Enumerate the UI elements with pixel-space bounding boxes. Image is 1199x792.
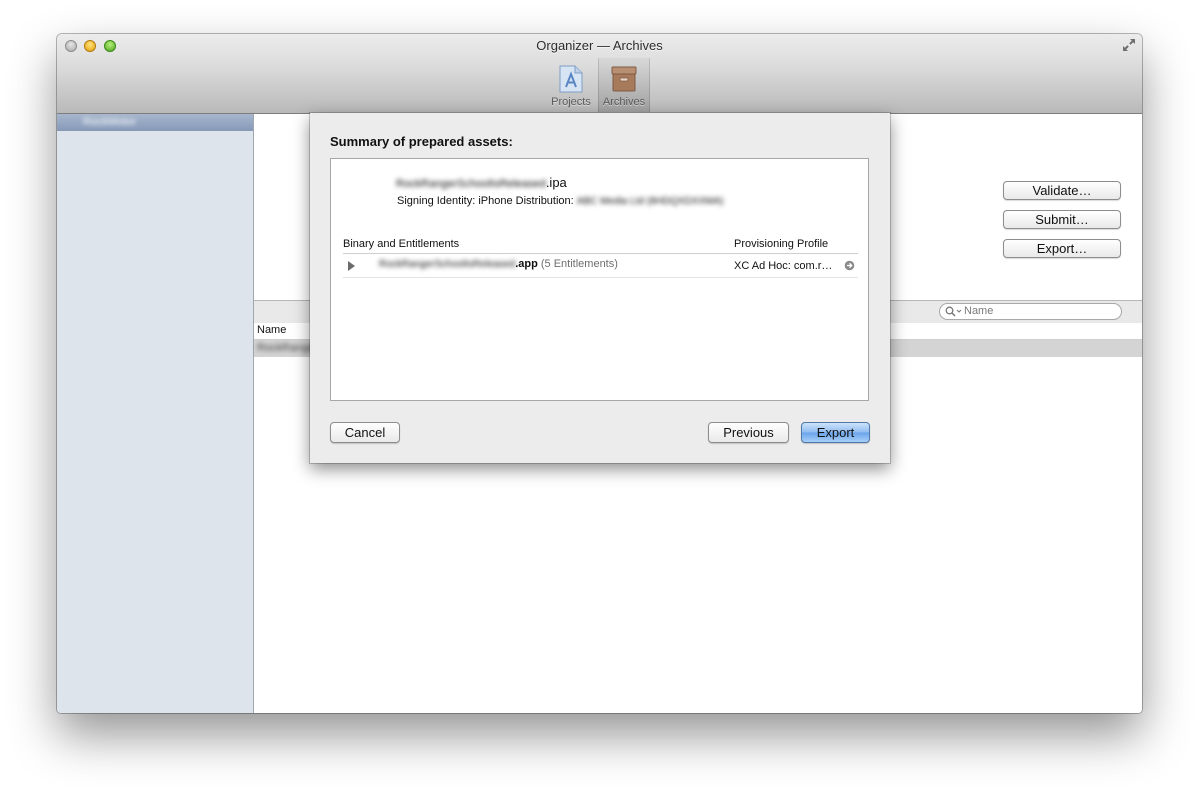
column-header-profile: Provisioning Profile xyxy=(734,238,829,250)
column-header-binary: Binary and Entitlements xyxy=(343,238,460,250)
archives-icon xyxy=(598,64,650,94)
export-archive-button[interactable]: Export… xyxy=(1003,239,1121,258)
disclosure-triangle-icon[interactable] xyxy=(347,260,356,274)
search-placeholder: Name xyxy=(964,305,994,317)
table-row[interactable]: RockRangerSchoolIsReleased.app (5 Entitl… xyxy=(343,255,858,278)
ipa-filename: RockRangerSchoolIsReleased.ipa xyxy=(396,175,567,190)
cancel-button[interactable]: Cancel xyxy=(330,422,400,443)
sidebar-item-selected[interactable]: RockMotor xyxy=(57,114,253,131)
projects-icon xyxy=(545,64,597,94)
app-binary-name: RockRangerSchoolIsReleased.app (5 Entitl… xyxy=(379,258,618,270)
title-bar: Organizer — Archives Projects Archives xyxy=(57,34,1142,114)
search-input[interactable]: Name xyxy=(939,303,1122,320)
app-name-redacted: RockRangerSchoolIsReleased xyxy=(379,259,516,270)
search-icon xyxy=(945,306,962,317)
go-arrow-icon[interactable] xyxy=(844,260,855,274)
column-header-name[interactable]: Name xyxy=(257,324,286,336)
window-title: Organizer — Archives xyxy=(536,38,663,53)
previous-button[interactable]: Previous xyxy=(708,422,789,443)
sidebar: RockMotor xyxy=(57,114,254,713)
submit-button[interactable]: Submit… xyxy=(1003,210,1121,229)
fullscreen-icon[interactable] xyxy=(1122,38,1136,52)
app-extension: .app xyxy=(515,258,538,270)
signing-value-redacted: ABC Media Ltd (8HDQXDXXMA) xyxy=(576,196,724,207)
provisioning-profile: XC Ad Hoc: com.r… xyxy=(734,260,833,272)
export-button[interactable]: Export xyxy=(801,422,870,443)
assets-summary-box: RockRangerSchoolIsReleased.ipa Signing I… xyxy=(330,158,869,401)
signing-identity: Signing Identity: iPhone Distribution: A… xyxy=(397,195,724,207)
ipa-name-redacted: RockRangerSchoolIsReleased xyxy=(396,178,546,190)
toolbar-projects-label: Projects xyxy=(551,96,591,108)
export-sheet: Summary of prepared assets: RockRangerSc… xyxy=(310,113,890,463)
sidebar-item-label: RockMotor xyxy=(83,116,137,128)
archive-name: RockRange xyxy=(257,342,315,354)
ipa-extension: .ipa xyxy=(545,175,567,190)
toolbar-archives[interactable]: Archives xyxy=(598,58,650,112)
assets-table-header: Binary and Entitlements Provisioning Pro… xyxy=(343,237,858,254)
validate-button[interactable]: Validate… xyxy=(1003,181,1121,200)
entitlements-count: (5 Entitlements) xyxy=(540,258,618,270)
toolbar-archives-label: Archives xyxy=(602,96,646,108)
sheet-title: Summary of prepared assets: xyxy=(330,134,513,149)
signing-label: Signing Identity: iPhone Distribution: xyxy=(397,195,574,207)
toolbar-projects[interactable]: Projects xyxy=(545,58,597,112)
